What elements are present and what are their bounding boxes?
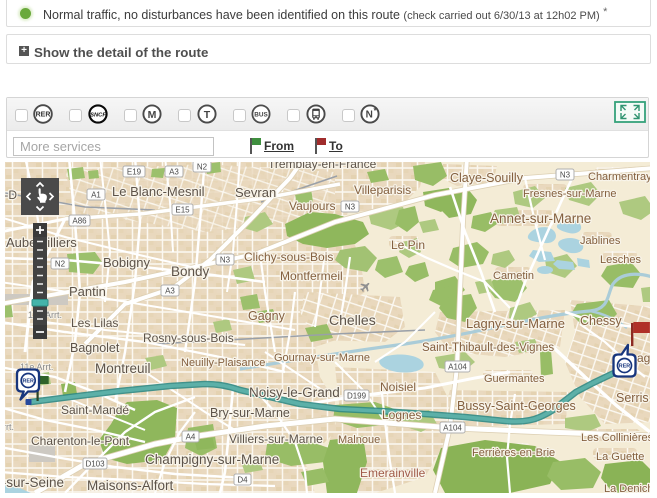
svg-text:Ferrières-en-Brie: Ferrières-en-Brie <box>472 447 555 459</box>
svg-text:A86: A86 <box>72 217 87 226</box>
svg-text:Bobigny: Bobigny <box>103 255 150 270</box>
svg-text:Bussy-Saint-Georges: Bussy-Saint-Georges <box>457 399 576 413</box>
svg-text:Saint-Mandé: Saint-Mandé <box>61 403 129 417</box>
svg-text:A4: A4 <box>186 433 196 442</box>
svg-text:N: N <box>366 110 373 121</box>
svg-text:La Guette: La Guette <box>596 451 644 463</box>
svg-text:Sevran: Sevran <box>235 185 276 200</box>
svg-text:N2: N2 <box>197 163 208 172</box>
svg-text:Malnoue: Malnoue <box>338 434 380 446</box>
svg-text:Bondy: Bondy <box>171 264 210 279</box>
svg-text:Emerainville: Emerainville <box>360 466 426 480</box>
svg-text:RER: RER <box>23 379 34 385</box>
svg-text:Lognes: Lognes <box>382 408 421 422</box>
svg-text:Clichy-sous-Bois: Clichy-sous-Bois <box>244 250 333 264</box>
svg-text:Pantin: Pantin <box>69 284 106 299</box>
svg-text:y-sur-Seine: y-sur-Seine <box>5 475 64 490</box>
svg-text:Chessy: Chessy <box>580 314 622 328</box>
svg-text:Vaujours: Vaujours <box>289 199 335 213</box>
svg-text:A3: A3 <box>169 168 179 177</box>
svg-text:T: T <box>204 109 211 121</box>
svg-text:rrt.: rrt. <box>5 422 14 432</box>
svg-text:t-D: t-D <box>5 188 17 202</box>
svg-text:M: M <box>148 109 157 121</box>
svg-text:BUS: BUS <box>254 112 268 119</box>
svg-text:Gagny: Gagny <box>248 309 286 323</box>
svg-text:E19: E19 <box>127 168 142 177</box>
svg-text:Les Collinières: Les Collinières <box>581 432 650 444</box>
svg-text:Le Blanc-Mesnil: Le Blanc-Mesnil <box>112 184 205 199</box>
svg-text:Noisiel: Noisiel <box>380 380 416 394</box>
svg-text:Champigny-sur-Marne: Champigny-sur-Marne <box>145 452 279 467</box>
svg-text:Bagnolet: Bagnolet <box>70 341 120 355</box>
svg-text:RER: RER <box>619 364 630 370</box>
svg-text:Lagny-sur-Marne: Lagny-sur-Marne <box>466 316 565 331</box>
svg-text:A104: A104 <box>448 363 467 372</box>
svg-text:Lesches: Lesches <box>600 254 641 266</box>
svg-text:Le Pin: Le Pin <box>391 238 425 252</box>
svg-text:Tremblay-en-France: Tremblay-en-France <box>268 162 377 171</box>
svg-text:N3: N3 <box>560 171 571 180</box>
svg-text:Jablines: Jablines <box>580 235 621 247</box>
svg-text:Chelles: Chelles <box>329 312 376 328</box>
svg-text:N3: N3 <box>345 203 356 212</box>
svg-text:Montreuil: Montreuil <box>95 361 151 376</box>
svg-text:Villeparisis: Villeparisis <box>354 183 411 197</box>
svg-text:Noisy-le-Grand: Noisy-le-Grand <box>249 385 340 400</box>
svg-text:D103: D103 <box>85 460 105 469</box>
svg-text:Maisons-Alfort: Maisons-Alfort <box>87 478 174 493</box>
svg-text:Les Lilas: Les Lilas <box>71 316 118 330</box>
svg-text:A1: A1 <box>91 191 101 200</box>
svg-text:Neuilly-Plaisance: Neuilly-Plaisance <box>181 357 265 369</box>
svg-text:Bry-sur-Marne: Bry-sur-Marne <box>210 406 290 420</box>
svg-text:Claye-Souilly: Claye-Souilly <box>450 171 524 185</box>
svg-text:A104: A104 <box>443 424 462 433</box>
svg-text:Serris: Serris <box>616 391 649 405</box>
svg-text:Gournay-sur-Marne: Gournay-sur-Marne <box>274 352 370 364</box>
svg-text:La Deniche: La Deniche <box>604 483 650 493</box>
svg-text:A3: A3 <box>165 287 175 296</box>
svg-text:Villiers-sur-Marne: Villiers-sur-Marne <box>229 432 323 446</box>
svg-text:Montfermeil: Montfermeil <box>280 269 343 283</box>
svg-text:Rosny-sous-Bois: Rosny-sous-Bois <box>143 331 234 345</box>
svg-text:Charmentray: Charmentray <box>588 171 650 183</box>
svg-text:Fresnes-sur-Marne: Fresnes-sur-Marne <box>523 188 617 200</box>
svg-text:N3: N3 <box>220 256 231 265</box>
svg-text:RER: RER <box>36 112 51 119</box>
svg-text:N2: N2 <box>55 260 66 269</box>
svg-text:Charenton-le-Pont: Charenton-le-Pont <box>31 434 130 448</box>
svg-text:Cametin: Cametin <box>493 270 534 282</box>
svg-text:E15: E15 <box>175 206 190 215</box>
svg-text:Guermantes: Guermantes <box>484 373 545 385</box>
svg-text:D199: D199 <box>347 392 367 401</box>
svg-text:Saint-Thibault-des-Vignes: Saint-Thibault-des-Vignes <box>422 342 554 354</box>
svg-text:Annet-sur-Marne: Annet-sur-Marne <box>490 211 591 226</box>
svg-text:D4: D4 <box>237 476 248 485</box>
svg-text:ag: ag <box>637 351 650 365</box>
svg-text:SNCF: SNCF <box>90 112 106 118</box>
